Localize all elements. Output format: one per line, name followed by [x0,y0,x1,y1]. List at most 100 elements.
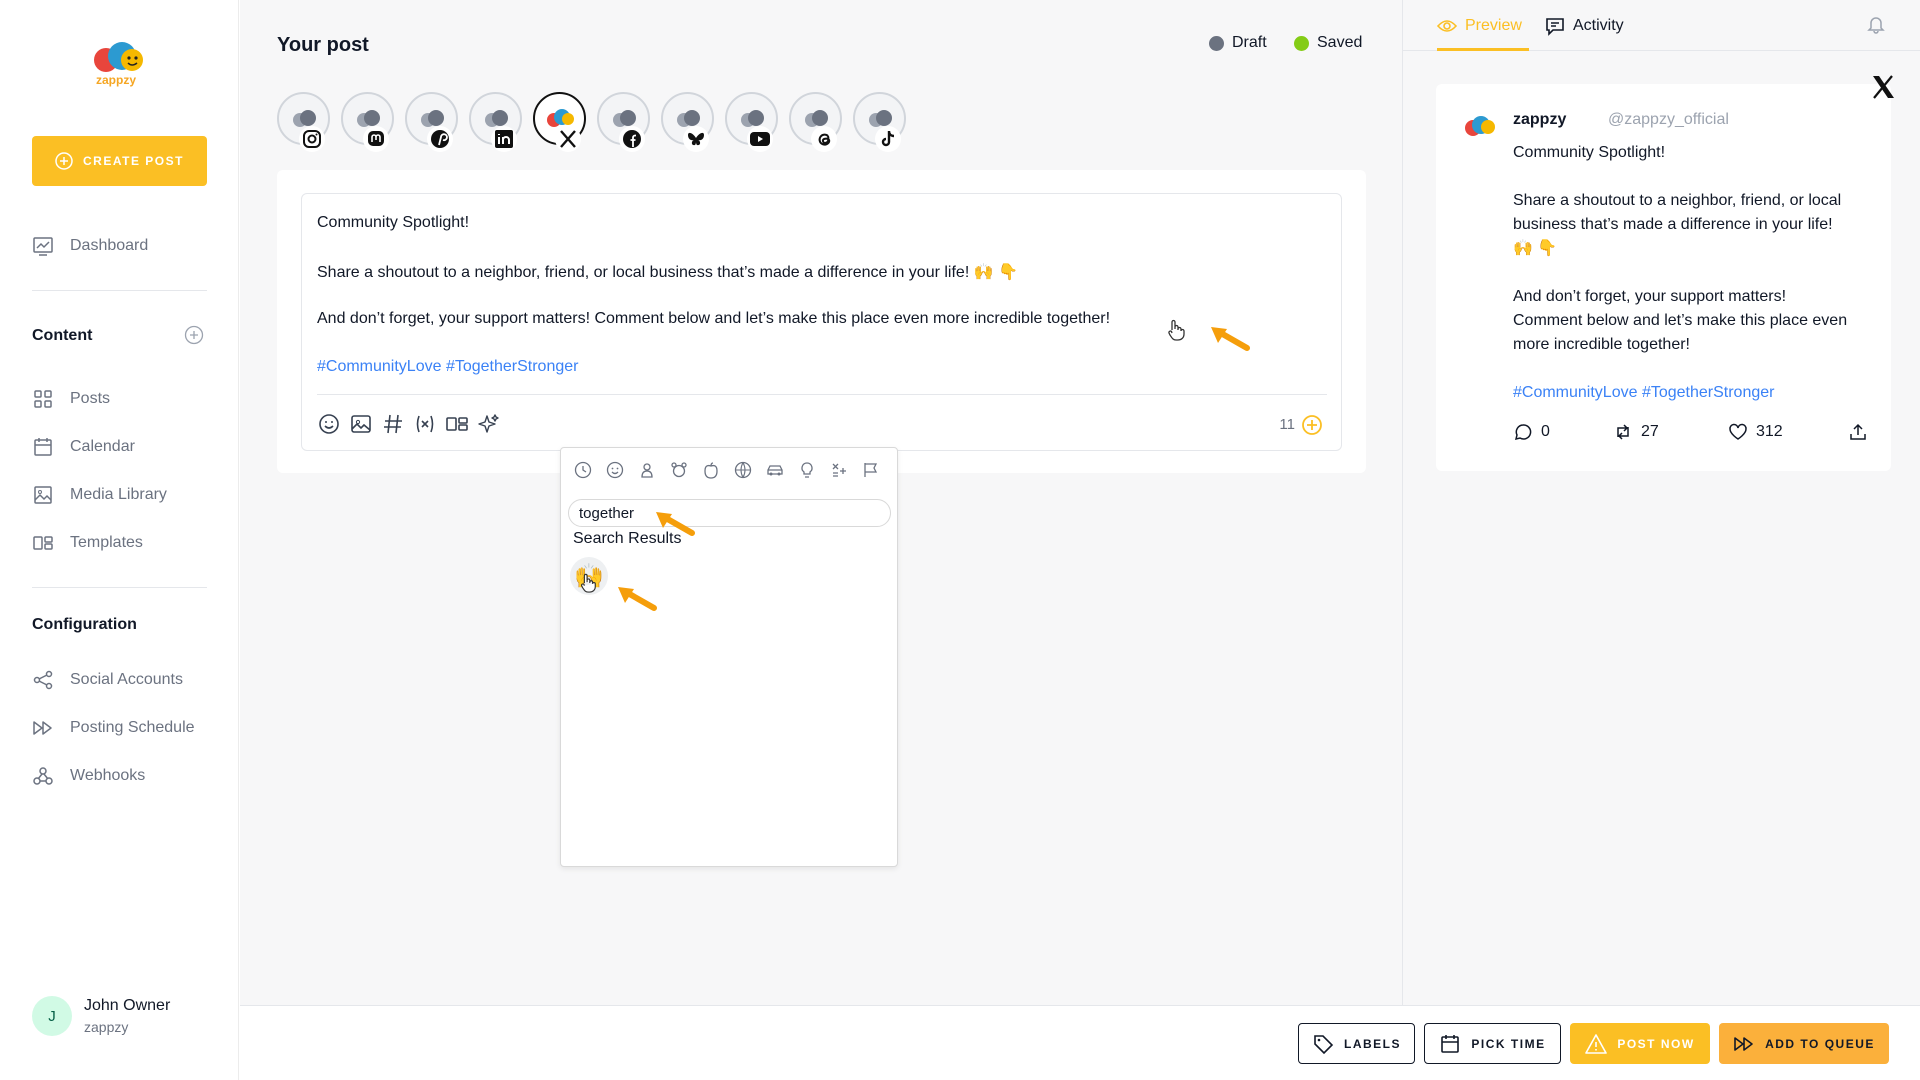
image-icon[interactable] [349,412,373,436]
preview-text: Community Spotlight! [1513,144,1666,161]
preview-text: And don’t forget, your support matters! … [1513,288,1848,353]
emoji-search-input[interactable]: together [568,499,891,527]
share-stat [1848,422,1868,442]
saved-status: Saved [1294,34,1362,52]
annotation-arrow-icon [1211,327,1250,351]
pinterest-icon [427,126,453,152]
people-icon[interactable] [635,458,659,482]
tab-activity-label: Activity [1573,17,1624,34]
account-pinterest[interactable] [405,92,458,152]
nav-media-library[interactable]: Media Library [32,483,167,507]
heart-icon [1729,423,1747,440]
account-youtube[interactable] [725,92,778,152]
warning-icon [1585,1033,1608,1054]
templates-icon[interactable] [445,412,469,436]
character-count: 11 [1279,416,1295,433]
variable-icon[interactable] [413,412,437,436]
emoji-icon[interactable] [317,412,341,436]
linkedin-icon [491,126,517,152]
preview-engagement: 0 27 312 [1513,422,1873,442]
configuration-section-title: Configuration [32,616,137,633]
recent-icon[interactable] [571,458,595,482]
x-post-preview: zappzy @zappzy_official Community Spotli… [1436,84,1891,471]
post-now-button[interactable]: POST NOW [1570,1023,1710,1064]
preview-account-handle: @zappzy_official [1608,111,1729,128]
account-mastodon[interactable] [341,92,394,152]
nav-posts[interactable]: Posts [32,387,110,411]
add-thread-icon[interactable] [1301,414,1323,436]
account-selector [277,92,906,152]
post-editor-area: Your post Draft Saved Community Spotligh… [240,0,1402,1005]
retweet-count: 27 [1641,423,1659,440]
account-tiktok[interactable] [853,92,906,152]
sidebar: zappzy CREATE POST Dashboard Content Pos… [0,0,239,1080]
image-icon [34,486,52,504]
post-text-editor[interactable]: Community Spotlight! Share a shoutout to… [301,193,1342,451]
activities-icon[interactable] [731,458,755,482]
reply-stat: 0 [1513,422,1613,442]
tab-preview[interactable]: Preview [1437,16,1522,36]
account-facebook[interactable] [597,92,650,152]
threads-icon [811,126,837,152]
account-instagram[interactable] [277,92,330,152]
tab-preview-label: Preview [1465,17,1522,34]
hand-cursor-icon [1168,319,1185,341]
nav-webhooks[interactable]: Webhooks [32,764,145,788]
preview-panel: Preview Activity zappzy @zappzy_official… [1402,0,1920,1005]
bell-icon[interactable] [1866,14,1886,34]
pick-time-button[interactable]: PICK TIME [1424,1023,1561,1064]
draft-dot [1209,35,1224,51]
nav-calendar[interactable]: Calendar [32,435,135,459]
share-icon [33,670,53,690]
content-section-title: Content [32,327,93,344]
user-name: John Owner [84,997,171,1014]
avatar [1465,116,1495,136]
instagram-icon [299,126,325,152]
hashtag-icon[interactable] [381,412,405,436]
create-post-button[interactable]: CREATE POST [32,136,207,186]
account-linkedin[interactable] [469,92,522,152]
templates-icon [33,536,53,550]
ai-sparkle-icon[interactable] [477,412,501,436]
objects-icon[interactable] [795,458,819,482]
fast-forward-icon [1734,1036,1753,1051]
user-profile[interactable]: J John Owner zappzy [32,996,170,1036]
nav-social-accounts[interactable]: Social Accounts [32,668,183,692]
add-to-queue-button[interactable]: ADD TO QUEUE [1719,1023,1889,1064]
travel-icon[interactable] [763,458,787,482]
account-bluesky[interactable] [661,92,714,152]
preview-hashtags: #CommunityLove #TogetherStronger [1513,384,1775,401]
labels-button[interactable]: LABELS [1298,1023,1415,1064]
draft-status: Draft [1209,34,1267,52]
editor-hashtags: #CommunityLove #TogetherStronger [317,358,579,375]
account-x[interactable] [533,92,586,152]
nav-templates[interactable]: Templates [32,531,143,555]
emoji-categories [571,458,883,482]
nav-dashboard[interactable]: Dashboard [32,234,148,258]
dashboard-icon [33,237,53,256]
account-threads[interactable] [789,92,842,152]
tag-icon [1314,1034,1334,1054]
flags-icon[interactable] [859,458,883,482]
create-post-label: CREATE POST [83,154,184,168]
like-count: 312 [1756,423,1783,440]
calendar-icon [34,438,52,456]
symbols-icon[interactable] [827,458,851,482]
hand-cursor-icon [581,573,596,593]
post-now-label: POST NOW [1617,1036,1695,1051]
food-icon[interactable] [699,458,723,482]
annotation-arrow-icon [618,587,657,611]
smileys-icon[interactable] [603,458,627,482]
x-logo-icon [1873,75,1894,99]
add-content-icon[interactable] [184,325,204,345]
logo-wordmark: zappzy [96,73,137,87]
editor-line: Community Spotlight! [317,214,470,231]
eye-icon [1437,20,1457,32]
nav-posting-schedule[interactable]: Posting Schedule [32,716,195,740]
nav-templates-label: Templates [70,534,143,551]
saved-dot [1294,35,1309,51]
pick-time-label: PICK TIME [1471,1036,1546,1051]
animals-icon[interactable] [667,458,691,482]
tab-activity[interactable]: Activity [1545,16,1624,36]
user-org: zappzy [84,1019,129,1035]
